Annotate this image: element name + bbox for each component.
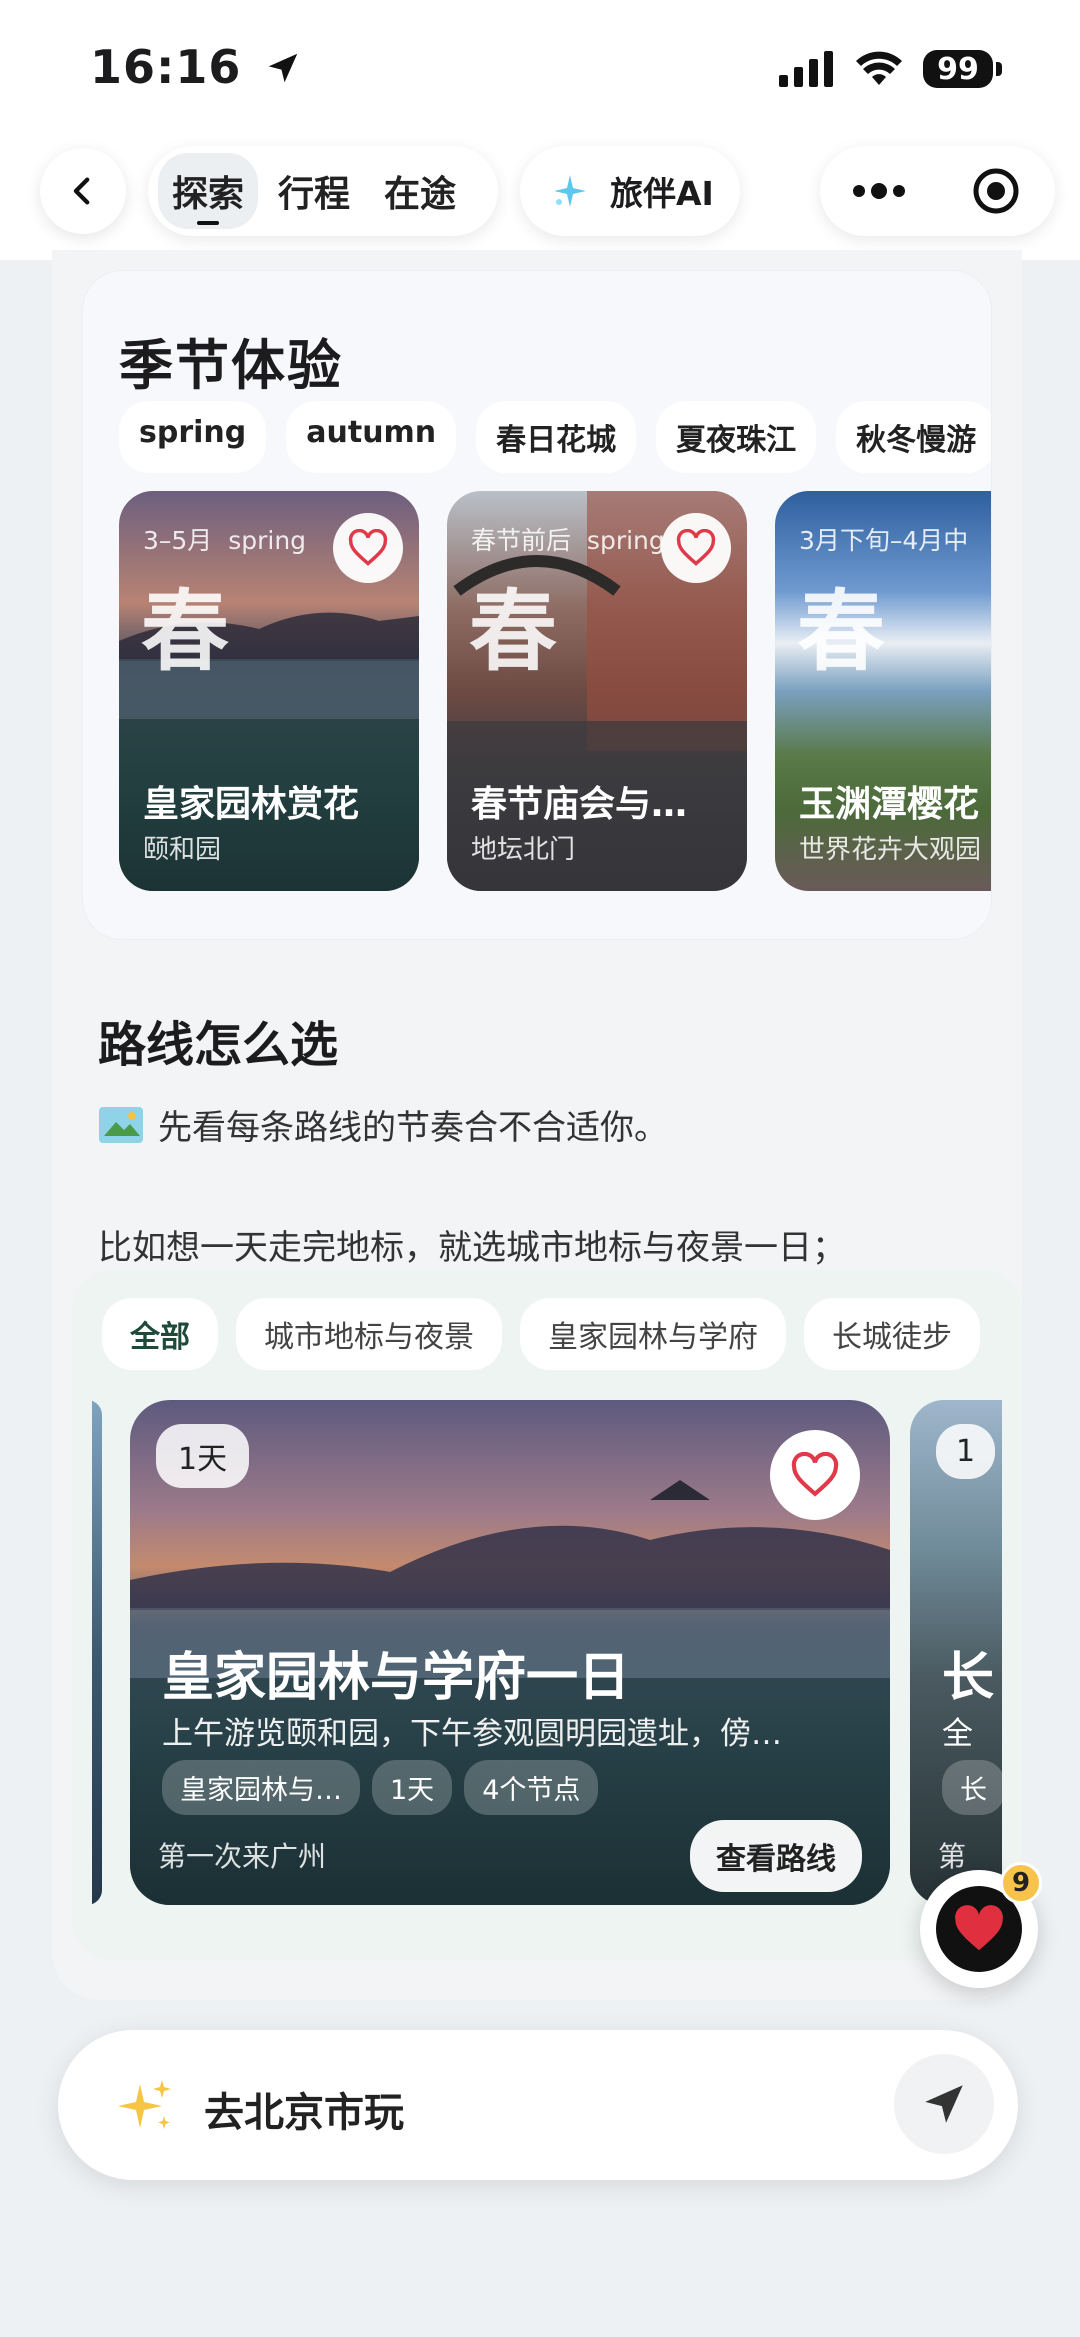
season-date: 春节前后 spring: [471, 526, 665, 555]
route-tag: 皇家园林与…: [162, 1760, 360, 1815]
more-dots-icon: [852, 183, 905, 199]
miniapp-capsule: [820, 146, 1055, 236]
season-chips: spring autumn 春日花城 夏夜珠江 秋冬慢游: [119, 401, 991, 473]
route-days-badge: 1: [936, 1424, 996, 1479]
wifi-icon: [856, 51, 902, 85]
route-section-title: 路线怎么选: [98, 1017, 339, 1073]
route-section-subtitle: 先看每条路线的节奏合不合适你。: [98, 1100, 668, 1149]
route-card-title: 长: [942, 1648, 995, 1708]
route-card-summary: 上午游览颐和园，下午参观圆明园遗址，傍…: [162, 1716, 782, 1752]
send-icon: [925, 2085, 963, 2123]
route-card-tags: 皇家园林与… 1天 4个节点: [162, 1760, 599, 1815]
tab-explore[interactable]: 探索: [158, 153, 259, 229]
route-card[interactable]: 1天 皇家园林与学府一日 上午游览颐和园，下午参观圆明园遗址，傍… 皇家园林与……: [130, 1400, 890, 1905]
season-big-char: 春: [141, 580, 230, 683]
more-button[interactable]: [820, 146, 938, 236]
close-miniapp-button[interactable]: [938, 146, 1056, 236]
status-bar: 16:16 99: [0, 0, 1080, 140]
heart-icon: [791, 1452, 839, 1497]
season-title: 季节体验: [119, 334, 343, 397]
route-audience: 第: [938, 1840, 967, 1873]
route-tag: 1天: [372, 1760, 453, 1815]
season-chip[interactable]: 夏夜珠江: [656, 401, 817, 473]
season-card-title: 玉渊潭樱花: [799, 784, 980, 825]
target-icon: [973, 168, 1019, 214]
route-card-next[interactable]: 1 长 全 长 第: [910, 1400, 1002, 1905]
route-filter-chip[interactable]: 皇家园林与学府: [520, 1298, 786, 1370]
season-section: 季节体验 spring autumn 春日花城 夏夜珠江 秋冬慢游 3–5月 s…: [82, 270, 992, 940]
route-card-title: 皇家园林与学府一日: [162, 1648, 631, 1708]
season-card-place: 颐和园: [143, 835, 222, 865]
route-filter-chip[interactable]: 城市地标与夜景: [236, 1298, 502, 1370]
season-experience-card[interactable]: 3–5月 spring 春 皇家园林赏花 颐和园: [119, 491, 419, 891]
heart-icon: [676, 529, 716, 566]
season-date: 3月下旬–4月中: [799, 526, 969, 555]
favorite-button[interactable]: [661, 513, 731, 583]
main-content: 季节体验 spring autumn 春日花城 夏夜珠江 秋冬慢游 3–5月 s…: [52, 250, 1022, 2000]
send-button[interactable]: [894, 2054, 994, 2154]
routes-section: 全部 城市地标与夜景 皇家园林与学府 长城徒步 1天 皇家园林与学府一日 上午游…: [72, 1270, 1022, 1960]
route-days-badge: 1天: [156, 1424, 250, 1488]
map-icon: [99, 1106, 143, 1143]
heart-filled-icon: [955, 1905, 1003, 1951]
heart-icon: [348, 529, 388, 566]
travel-ai-button[interactable]: 旅伴AI: [520, 146, 740, 236]
season-date: 3–5月 spring: [143, 526, 307, 555]
season-chip[interactable]: 秋冬慢游: [836, 401, 991, 473]
route-section-desc: 比如想一天走完地标，就选城市地标与夜景一日；: [98, 1228, 846, 1268]
season-card-title: 春节庙会与…: [471, 784, 688, 825]
tab-on-the-way[interactable]: 在途: [370, 153, 470, 229]
route-filter-chips: 全部 城市地标与夜景 皇家园林与学府 长城徒步: [102, 1298, 980, 1370]
season-card-carousel: 3–5月 spring 春 皇家园林赏花 颐和园 春节前后 spring 春 春…: [119, 491, 991, 891]
favorites-fab[interactable]: 9: [920, 1862, 1042, 1988]
back-button[interactable]: [40, 148, 126, 234]
sparkles-icon: [118, 2080, 171, 2129]
sparkle-icon: [554, 175, 586, 207]
chat-input-bar[interactable]: 去北京市玩: [58, 2030, 1018, 2180]
season-experience-card[interactable]: 春节前后 spring 春 春节庙会与… 地坛北门: [447, 491, 747, 891]
view-route-button[interactable]: 查看路线: [690, 1820, 862, 1892]
favorite-button[interactable]: [333, 513, 403, 583]
main-tabs: 探索 行程 在途: [148, 146, 498, 236]
battery-icon: 99: [923, 50, 1002, 88]
route-card-prev[interactable]: [92, 1400, 102, 1905]
nav-bar: 探索 行程 在途 旅伴AI: [0, 140, 1080, 260]
season-card-title: 皇家园林赏花: [143, 784, 360, 825]
route-card-carousel: 1天 皇家园林与学府一日 上午游览颐和园，下午参观圆明园遗址，傍… 皇家园林与……: [92, 1400, 1002, 1910]
cellular-signal-icon: [779, 51, 833, 87]
route-filter-chip[interactable]: 长城徒步: [804, 1298, 980, 1370]
season-chip[interactable]: autumn: [286, 401, 457, 473]
route-tag: 4个节点: [464, 1760, 599, 1815]
tab-itinerary[interactable]: 行程: [264, 153, 364, 229]
route-card-summary: 全: [942, 1716, 973, 1752]
favorite-button[interactable]: [770, 1430, 860, 1520]
route-audience: 第一次来广州: [158, 1840, 327, 1873]
season-experience-card[interactable]: 3月下旬–4月中 春 玉渊潭樱花 世界花卉大观园: [775, 491, 991, 891]
location-arrow-icon: [269, 53, 298, 83]
route-filter-chip-all[interactable]: 全部: [102, 1298, 218, 1370]
chevron-left-icon: [73, 177, 90, 205]
travel-ai-label: 旅伴AI: [610, 174, 714, 213]
status-time: 16:16: [90, 40, 302, 94]
season-card-place: 地坛北门: [471, 835, 576, 865]
season-chip[interactable]: spring: [119, 401, 267, 473]
season-big-char: 春: [469, 580, 558, 683]
route-tag: 长: [942, 1760, 1002, 1815]
season-card-place: 世界花卉大观园: [799, 835, 982, 865]
season-big-char: 春: [797, 580, 886, 683]
favorites-count-badge: 9: [1000, 1862, 1042, 1904]
chat-input-text[interactable]: 去北京市玩: [204, 2080, 404, 2138]
season-chip[interactable]: 春日花城: [476, 401, 637, 473]
